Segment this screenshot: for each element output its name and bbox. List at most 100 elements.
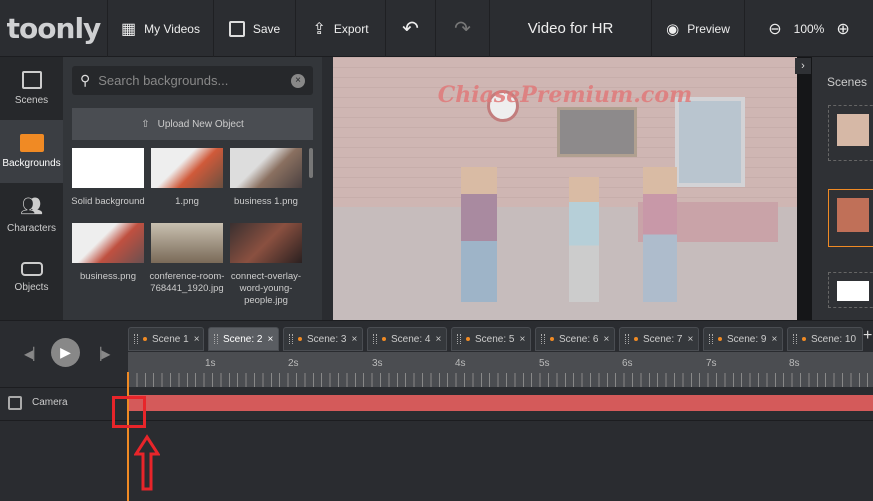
tab-scene-1[interactable]: Scene 1 ×	[128, 327, 204, 351]
drag-handle-icon[interactable]	[709, 334, 713, 344]
sidebar-item-characters[interactable]: 👥︎ Characters	[0, 183, 63, 246]
tick-label: 4s	[455, 358, 466, 369]
play-icon: ▶	[60, 344, 71, 360]
upload-icon: ⇧	[141, 118, 150, 130]
character-girl	[569, 177, 599, 302]
camera-track-bar[interactable]	[128, 395, 873, 411]
expand-arrow-icon[interactable]: ›	[795, 58, 811, 74]
tab-scene-4[interactable]: Scene: 4 ×	[367, 327, 447, 351]
dot-icon	[634, 337, 638, 341]
scene-thumb-2[interactable]	[828, 189, 873, 247]
thumbnail-business[interactable]	[72, 223, 144, 263]
drag-handle-icon[interactable]	[541, 334, 545, 344]
close-icon[interactable]: ×	[267, 334, 273, 345]
backgrounds-icon	[19, 134, 44, 152]
scene-thumb-1[interactable]	[828, 105, 873, 161]
dot-icon	[550, 337, 554, 341]
close-icon[interactable]: ×	[194, 334, 200, 345]
playhead[interactable]	[127, 372, 129, 501]
camera-track-label: Camera	[32, 397, 68, 408]
thumbnail-conference[interactable]	[151, 223, 223, 263]
sidebar: Scenes Backgrounds 👥︎ Characters Objects	[0, 57, 63, 320]
tab-scene-6[interactable]: Scene: 6 ×	[535, 327, 615, 351]
tab-scene-2[interactable]: Scene: 2 ×	[208, 327, 279, 351]
drag-handle-icon[interactable]	[457, 334, 461, 344]
dot-icon	[382, 337, 386, 341]
undo-icon: ↶	[402, 18, 419, 40]
close-icon[interactable]: ×	[351, 334, 357, 345]
dot-icon	[298, 337, 302, 341]
scene-canvas[interactable]: ChiasePremium.com	[333, 57, 797, 320]
thumbnail-solid[interactable]	[72, 148, 144, 188]
tick-label: 8s	[789, 358, 800, 369]
dot-icon	[718, 337, 722, 341]
logo: toonly	[0, 0, 108, 57]
tick-label: 3s	[372, 358, 383, 369]
top-toolbar: toonly ▦ My Videos Save ⇪ Export ↶ ↷ Video…	[0, 0, 873, 57]
character-man	[461, 167, 497, 302]
redo-icon: ↷	[454, 18, 471, 40]
save-button[interactable]: Save	[214, 0, 296, 57]
sidebar-item-objects[interactable]: Objects	[0, 246, 63, 309]
drag-handle-icon[interactable]	[793, 334, 797, 344]
sidebar-item-backgrounds[interactable]: Backgrounds	[0, 120, 63, 183]
preview-button[interactable]: ◉ Preview	[652, 0, 745, 57]
undo-button[interactable]: ↶	[386, 0, 436, 57]
annotation-arrow-icon	[134, 434, 160, 491]
export-icon: ⇪	[312, 20, 326, 38]
upload-button[interactable]: ⇧ Upload New Object	[72, 108, 313, 140]
close-icon[interactable]: ×	[687, 334, 693, 345]
save-icon	[228, 20, 245, 37]
export-button[interactable]: ⇪ Export	[296, 0, 386, 57]
scrollbar[interactable]	[309, 148, 313, 178]
next-icon[interactable]: ▕▶	[92, 347, 110, 361]
drag-handle-icon[interactable]	[214, 334, 218, 344]
search-icon: ⚲	[80, 72, 91, 88]
redo-button[interactable]: ↷	[436, 0, 490, 57]
thumbnail-label: conference-room-768441_1920.jpg	[149, 271, 225, 294]
zoom-in-icon[interactable]: ⊕	[836, 19, 849, 39]
zoom-controls: ⊖ 100% ⊕	[768, 19, 850, 39]
tab-scene-10[interactable]: Scene: 10	[787, 327, 863, 351]
video-title: Video for HR	[490, 0, 652, 57]
thumbnail-label: business.png	[80, 271, 136, 282]
tab-scene-9[interactable]: Scene: 9 ×	[703, 327, 783, 351]
drag-handle-icon[interactable]	[134, 334, 138, 344]
thumbnail-business-1[interactable]	[230, 148, 302, 188]
scene-thumb-3[interactable]	[828, 272, 873, 308]
thumbnail-1[interactable]	[151, 148, 223, 188]
my-videos-button[interactable]: ▦ My Videos	[108, 0, 214, 57]
tab-scene-3[interactable]: Scene: 3 ×	[283, 327, 363, 351]
close-icon[interactable]: ×	[519, 334, 525, 345]
character-woman	[643, 167, 677, 302]
play-button[interactable]: ▶	[51, 338, 80, 367]
close-icon[interactable]: ×	[603, 334, 609, 345]
dot-icon	[802, 337, 806, 341]
board	[557, 107, 637, 157]
ruler-ticks	[128, 373, 873, 387]
prev-icon[interactable]: ◀▏	[24, 347, 42, 361]
clear-icon[interactable]: ×	[291, 73, 305, 88]
drag-handle-icon[interactable]	[289, 334, 293, 344]
thumbnail-label: business 1.png	[234, 196, 298, 207]
backgrounds-panel: ⚲ Search backgrounds... × ⇧ Upload New Ob…	[63, 57, 322, 320]
divider	[0, 387, 127, 388]
zoom-out-icon[interactable]: ⊖	[768, 19, 781, 39]
grid-icon: ▦	[121, 20, 137, 38]
close-icon[interactable]: ×	[771, 334, 777, 345]
scenes-icon	[21, 71, 42, 89]
add-scene-icon[interactable]: +	[863, 327, 872, 345]
tick-label: 7s	[706, 358, 717, 369]
watermark: ChiasePremium.com	[437, 82, 693, 108]
tab-scene-7[interactable]: Scene: 7 ×	[619, 327, 699, 351]
drag-handle-icon[interactable]	[373, 334, 377, 344]
thumbnail-connect[interactable]	[230, 223, 302, 263]
tick-label: 6s	[622, 358, 633, 369]
sidebar-item-scenes[interactable]: Scenes	[0, 57, 63, 120]
tab-scene-5[interactable]: Scene: 5 ×	[451, 327, 531, 351]
search-input[interactable]: ⚲ Search backgrounds... ×	[72, 66, 313, 95]
drag-handle-icon[interactable]	[625, 334, 629, 344]
tick-label: 1s	[205, 358, 216, 369]
close-icon[interactable]: ×	[435, 334, 441, 345]
panel-divider	[797, 57, 812, 320]
